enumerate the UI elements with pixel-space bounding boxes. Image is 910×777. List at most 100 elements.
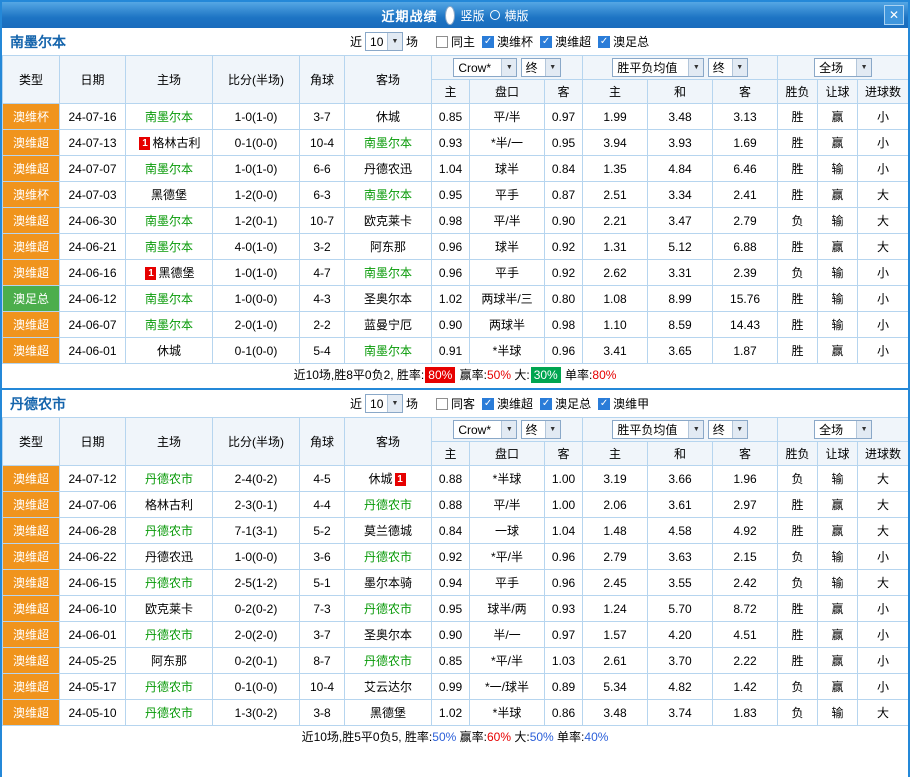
corner-cell: 5-4: [300, 338, 345, 364]
league-type-cell: 澳维超: [3, 544, 60, 570]
col-header-result: 胜负: [778, 80, 818, 104]
league-type-cell: 澳维超: [3, 234, 60, 260]
col-header-away: 客场: [345, 418, 432, 466]
team-name-text: 丹德农市: [364, 550, 412, 564]
col-header-euro-home: 主: [583, 442, 648, 466]
asian-home-odds-cell: 1.04: [432, 156, 470, 182]
table-header-group-row: 类型 日期 主场 比分(半场) 角球 客场 Crow* ▼ 终 ▼: [3, 56, 909, 80]
away-team-cell: 休城1: [345, 466, 432, 492]
asian-handicap-cell: 平/半: [470, 104, 545, 130]
away-team-cell: 蓝曼宁厄: [345, 312, 432, 338]
asian-handicap-cell: 平/半: [470, 208, 545, 234]
asian-home-odds-cell: 0.94: [432, 570, 470, 596]
result-cell: 胜: [778, 234, 818, 260]
odds-company-select[interactable]: Crow* ▼: [453, 58, 517, 77]
euro-away-odds-cell: 1.87: [713, 338, 778, 364]
team-name: 南墨尔本: [10, 32, 66, 52]
euro-final-select[interactable]: 终 ▼: [708, 420, 748, 439]
home-team-cell: 丹德农迅: [126, 544, 213, 570]
result-cell: 负: [778, 544, 818, 570]
asian-odds-group-header: Crow* ▼ 终 ▼: [432, 56, 583, 80]
euro-final-select[interactable]: 终 ▼: [708, 58, 748, 77]
away-team-cell: 丹德农市: [345, 544, 432, 570]
euro-away-odds-cell: 1.83: [713, 700, 778, 726]
match-count-select[interactable]: 10 ▼: [365, 32, 403, 51]
same-venue-checkbox[interactable]: [436, 36, 448, 48]
date-cell: 24-05-25: [60, 648, 126, 674]
league-filter-label: 澳维超: [555, 33, 591, 50]
vertical-layout-radio[interactable]: [445, 6, 455, 25]
league-type-cell: 澳维超: [3, 570, 60, 596]
euro-draw-odds-cell: 3.70: [648, 648, 713, 674]
team-name-text: 丹德农市: [145, 680, 193, 694]
goals-cell: 小: [858, 104, 909, 130]
league-filter-checkbox[interactable]: [540, 36, 552, 48]
asian-home-odds-cell: 1.02: [432, 700, 470, 726]
dropdown-arrow-icon: ▼: [688, 59, 703, 76]
corner-cell: 10-7: [300, 208, 345, 234]
full-match-select[interactable]: 全场 ▼: [814, 58, 872, 77]
home-team-cell: 丹德农市: [126, 518, 213, 544]
match-count-select[interactable]: 10 ▼: [365, 394, 403, 413]
result-cell: 负: [778, 260, 818, 286]
euro-away-odds-cell: 14.43: [713, 312, 778, 338]
team-name-text: 墨尔本骑: [364, 576, 412, 590]
league-filter-checkbox[interactable]: [598, 36, 610, 48]
let-result-cell: 赢: [818, 338, 858, 364]
euro-odds-select[interactable]: 胜平负均值 ▼: [612, 420, 704, 439]
col-header-euro-draw: 和: [648, 442, 713, 466]
date-cell: 24-06-28: [60, 518, 126, 544]
same-venue-checkbox[interactable]: [436, 398, 448, 410]
col-header-let: 让球: [818, 80, 858, 104]
odds-company-select[interactable]: Crow* ▼: [453, 420, 517, 439]
euro-home-odds-cell: 1.31: [583, 234, 648, 260]
goals-cell: 大: [858, 466, 909, 492]
asian-home-odds-cell: 0.95: [432, 596, 470, 622]
team-name-text: 蓝曼宁厄: [364, 318, 412, 332]
close-button[interactable]: ✕: [884, 5, 904, 25]
result-group-header: 全场 ▼: [778, 418, 909, 442]
goals-cell: 大: [858, 518, 909, 544]
match-row: 澳维超24-07-131格林古利0-1(0-0)10-4南墨尔本0.93*半/一…: [3, 130, 909, 156]
euro-draw-odds-cell: 3.31: [648, 260, 713, 286]
horizontal-layout-radio[interactable]: [490, 10, 500, 20]
corner-cell: 4-7: [300, 260, 345, 286]
goals-cell: 大: [858, 182, 909, 208]
goals-cell: 大: [858, 492, 909, 518]
goals-cell: 小: [858, 286, 909, 312]
filter-controls: 近 10 ▼ 场 同客 澳维超 澳足总 澳维甲: [350, 390, 649, 417]
asian-away-odds-cell: 0.95: [545, 130, 583, 156]
asian-odds-group-header: Crow* ▼ 终 ▼: [432, 418, 583, 442]
team-name-text: 黑德堡: [151, 188, 187, 202]
team-name-text: 丹德农市: [145, 524, 193, 538]
euro-away-odds-cell: 2.79: [713, 208, 778, 234]
summary-segment: 80%: [425, 367, 455, 383]
full-match-select[interactable]: 全场 ▼: [814, 420, 872, 439]
euro-draw-odds-cell: 4.84: [648, 156, 713, 182]
corner-cell: 6-3: [300, 182, 345, 208]
asian-away-odds-cell: 1.00: [545, 466, 583, 492]
asian-final-select[interactable]: 终 ▼: [521, 420, 561, 439]
matches-tbody: 澳维超24-07-12丹德农市2-4(0-2)4-5休城10.88*半球1.00…: [3, 466, 909, 726]
away-team-cell: 丹德农迅: [345, 156, 432, 182]
goals-cell: 大: [858, 234, 909, 260]
league-filter-checkbox[interactable]: [598, 398, 610, 410]
league-filter-checkbox[interactable]: [540, 398, 552, 410]
home-team-cell: 南墨尔本: [126, 208, 213, 234]
league-filter-checkbox[interactable]: [482, 36, 494, 48]
euro-away-odds-cell: 1.96: [713, 466, 778, 492]
euro-odds-select[interactable]: 胜平负均值 ▼: [612, 58, 704, 77]
euro-draw-odds-cell: 4.82: [648, 674, 713, 700]
league-filter-checkbox[interactable]: [482, 398, 494, 410]
euro-home-odds-cell: 1.48: [583, 518, 648, 544]
let-result-cell: 输: [818, 466, 858, 492]
let-result-cell: 输: [818, 260, 858, 286]
goals-cell: 小: [858, 260, 909, 286]
asian-final-select[interactable]: 终 ▼: [521, 58, 561, 77]
result-cell: 胜: [778, 104, 818, 130]
date-cell: 24-06-01: [60, 338, 126, 364]
matches-tbody: 澳维杯24-07-16南墨尔本1-0(1-0)3-7休城0.85平/半0.971…: [3, 104, 909, 364]
asian-home-odds-cell: 0.96: [432, 234, 470, 260]
dialog-title: 近期战绩: [381, 6, 437, 25]
asian-away-odds-cell: 0.80: [545, 286, 583, 312]
